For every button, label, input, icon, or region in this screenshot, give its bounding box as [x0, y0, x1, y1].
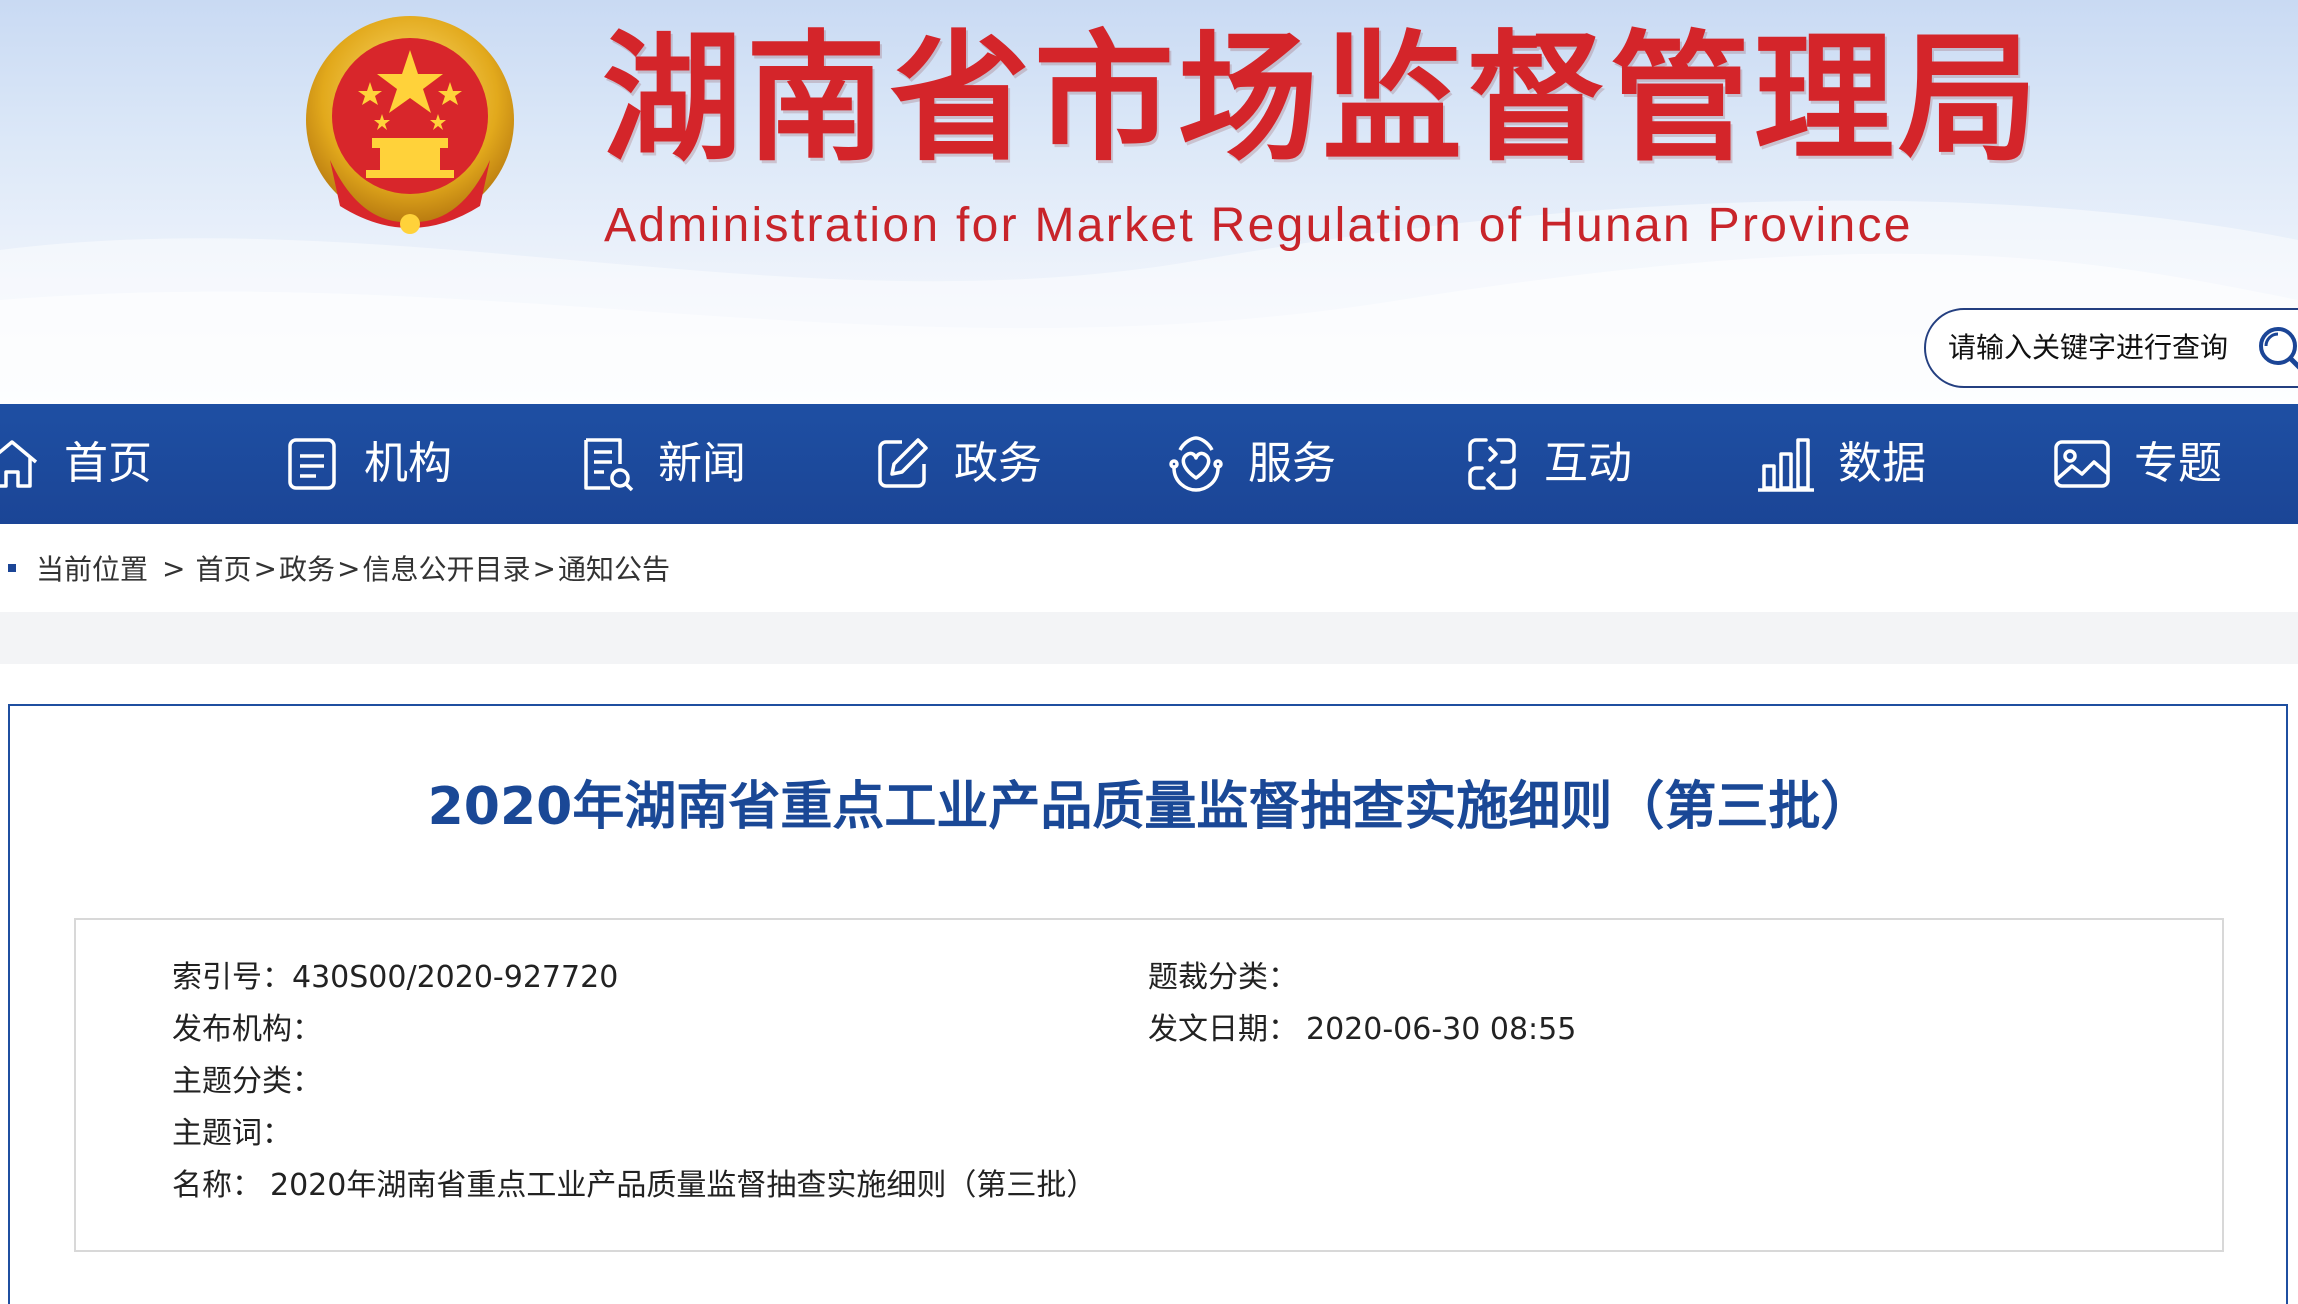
home-icon: [0, 440, 38, 488]
nav-item-interaction[interactable]: 互动: [1462, 404, 1632, 524]
article-metadata: 索引号：430S00/2020-927720 题裁分类： 发布机构： 发文日期：…: [74, 918, 2224, 1252]
meta-topic-label: 主题分类：: [172, 1064, 322, 1099]
breadcrumb-info-directory[interactable]: 信息公开目录: [362, 548, 530, 588]
nav-item-data[interactable]: 数据: [1756, 404, 1926, 524]
breadcrumb-marker: [8, 564, 16, 572]
section-divider: [0, 612, 2298, 664]
heart-hands-icon: [1169, 436, 1223, 492]
nav-item-organization[interactable]: 机构: [282, 404, 452, 524]
nav-item-label: 新闻: [658, 438, 746, 489]
image-icon: [2054, 440, 2110, 488]
nav-item-services[interactable]: 服务: [1166, 404, 1336, 524]
nav-item-topics[interactable]: 专题: [2052, 404, 2222, 524]
nav-item-government-affairs[interactable]: 政务: [872, 404, 1042, 524]
search-input[interactable]: 请输入关键字进行查询: [1948, 328, 2228, 368]
article-title: 2020年湖南省重点工业产品质量监督抽查实施细则（第三批）: [427, 777, 1873, 837]
breadcrumb-notices[interactable]: 通知公告: [558, 548, 670, 588]
breadcrumb-separator: >: [336, 551, 361, 585]
edit-icon: [878, 438, 928, 488]
meta-genre: 题裁分类：: [1148, 958, 1298, 998]
nav-item-label: 互动: [1544, 438, 1632, 489]
breadcrumb-separator: >: [253, 551, 277, 585]
meta-genre-label: 题裁分类：: [1148, 960, 1298, 995]
main-nav: 首页 机构 新闻 政务 服务 互动 数据 专题: [0, 404, 2298, 524]
breadcrumb-current-position: 当前位置: [36, 553, 149, 586]
interaction-icon: [1468, 438, 1516, 490]
meta-publisher: 发布机构：: [172, 1010, 322, 1050]
document-icon: [288, 438, 336, 490]
meta-topic: 主题分类：: [172, 1062, 322, 1102]
meta-name-label: 名称：: [172, 1168, 262, 1203]
bar-chart-icon: [1758, 438, 1814, 492]
nav-item-label: 机构: [364, 438, 452, 489]
meta-name: 名称： 2020年湖南省重点工业产品质量监督抽查实施细则（第三批）: [172, 1166, 1096, 1206]
meta-index-label: 索引号：: [172, 960, 292, 995]
national-emblem-icon: [306, 16, 514, 234]
search-icon[interactable]: [2256, 324, 2298, 376]
nav-item-news[interactable]: 新闻: [576, 404, 746, 524]
nav-item-label: 政务: [954, 438, 1042, 489]
breadcrumb-separator: >: [162, 551, 186, 585]
article-panel: 2020年湖南省重点工业产品质量监督抽查实施细则（第三批） 索引号：430S00…: [8, 704, 2288, 1304]
search-box[interactable]: 请输入关键字进行查询: [1924, 308, 2298, 388]
breadcrumb-government-affairs[interactable]: 政务: [279, 548, 335, 588]
nav-item-label: 数据: [1838, 438, 1926, 489]
meta-keywords-label: 主题词：: [172, 1116, 292, 1151]
breadcrumb: 当前位置 > 首页 > 政务 > 信息公开目录 > 通知公告: [0, 524, 2298, 612]
site-title-cn: 湖南省市场监督管理局: [602, 18, 2043, 181]
meta-date: 发文日期： 2020-06-30 08:55: [1148, 1010, 1576, 1050]
nav-item-label: 首页: [64, 438, 152, 489]
meta-date-value: 2020-06-30 08:55: [1306, 1012, 1577, 1047]
meta-date-label: 发文日期：: [1148, 1012, 1298, 1047]
news-icon: [584, 438, 634, 492]
meta-keywords: 主题词：: [172, 1114, 292, 1154]
nav-item-label: 专题: [2134, 438, 2222, 489]
breadcrumb-home[interactable]: 首页: [195, 548, 251, 588]
breadcrumb-separator: >: [532, 551, 556, 585]
nav-item-label: 服务: [1248, 438, 1336, 489]
meta-index: 索引号：430S00/2020-927720: [172, 958, 618, 998]
meta-index-value: 430S00/2020-927720: [292, 960, 619, 995]
meta-name-value: 2020年湖南省重点工业产品质量监督抽查实施细则（第三批）: [270, 1168, 1097, 1203]
header-banner: 湖南省市场监督管理局 Administration for Market Reg…: [0, 0, 2298, 404]
site-title-en: Administration for Market Regulation of …: [604, 199, 1913, 252]
meta-publisher-label: 发布机构：: [172, 1012, 322, 1047]
nav-item-home[interactable]: 首页: [0, 404, 152, 524]
